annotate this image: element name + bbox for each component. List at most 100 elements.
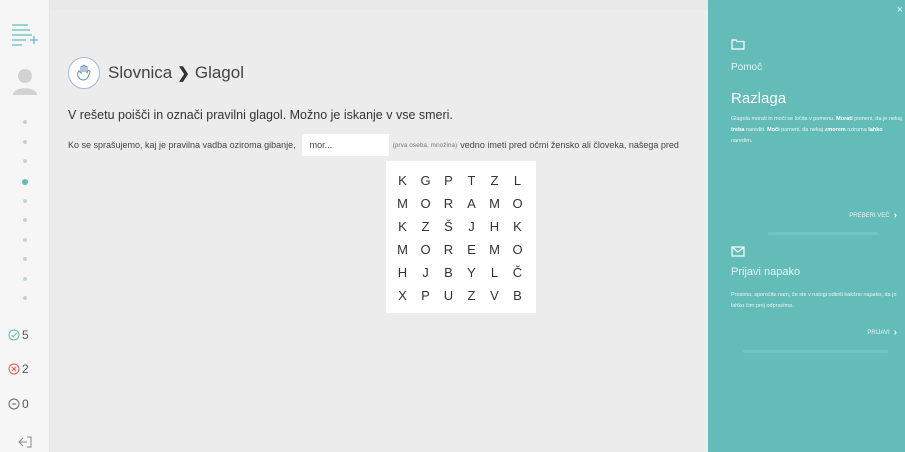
x-circle-icon <box>8 363 20 375</box>
grid-cell[interactable]: L <box>506 169 529 192</box>
grid-cell[interactable]: O <box>414 238 437 261</box>
hand-wave-icon <box>68 57 100 89</box>
explanation-fragment: pomeni, da je nekaj <box>852 116 902 122</box>
grid-cell[interactable]: B <box>437 261 460 284</box>
question-dot[interactable] <box>23 218 27 222</box>
question-progress <box>22 120 28 316</box>
question-dot[interactable] <box>23 276 27 281</box>
grid-cell[interactable]: L <box>483 261 506 284</box>
exercise-area: Slovnica ❯ Glagol V rešetu poišči in ozn… <box>50 10 710 452</box>
breadcrumb: Slovnica ❯ Glagol <box>68 57 244 89</box>
exercise-sentence: Ko se sprašujemo, kaj je pravilna vadba … <box>68 134 710 156</box>
explanation-title: Razlaga <box>731 90 787 107</box>
grid-cell[interactable]: Š <box>437 215 460 238</box>
grid-cell[interactable]: Y <box>460 261 483 284</box>
grid-cell[interactable]: H <box>483 215 506 238</box>
grid-cell[interactable]: K <box>506 215 529 238</box>
grid-cell[interactable]: M <box>483 238 506 261</box>
grid-cell[interactable]: B <box>506 284 529 307</box>
check-circle-icon <box>8 329 20 341</box>
explanation-fragment: naredim. <box>731 138 753 144</box>
grid-cell[interactable]: U <box>437 284 460 307</box>
report-button-label: PRIJAVI <box>867 329 890 336</box>
report-error-text: Prosimo, sporočite nam, če ste v nalogi … <box>731 292 897 309</box>
grid-cell[interactable]: O <box>506 238 529 261</box>
grid-cell[interactable]: J <box>460 215 483 238</box>
grid-cell[interactable]: A <box>460 192 483 215</box>
breadcrumb-section[interactable]: Slovnica <box>108 63 172 83</box>
correct-count: 5 <box>8 328 29 342</box>
grid-cell[interactable]: P <box>437 169 460 192</box>
avatar-icon[interactable] <box>13 68 37 96</box>
explanation-fragment: pomeni, da nekaj <box>779 127 825 133</box>
sentence-after: vedno imeti pred očmi žensko ali človeka… <box>460 140 679 150</box>
explanation-keyword: Morati <box>836 116 853 122</box>
explanation-keyword: zmorem <box>824 127 846 133</box>
grid-cell[interactable]: E <box>460 238 483 261</box>
question-dot[interactable] <box>23 237 27 242</box>
question-dot[interactable] <box>23 159 27 163</box>
grid-cell[interactable]: X <box>391 284 414 307</box>
divider <box>768 232 878 235</box>
grid-cell[interactable]: M <box>391 238 414 261</box>
grid-cell[interactable]: R <box>437 238 460 261</box>
grid-cell[interactable]: R <box>437 192 460 215</box>
task-instruction: V rešetu poišči in označi pravilni glago… <box>68 108 453 122</box>
skipped-count-value: 0 <box>22 397 29 411</box>
report-error-title: Prijavi napako <box>731 266 801 278</box>
app-window: 5 2 0 Slovnica ❯ Glagol V rešetu poišči … <box>0 0 905 452</box>
help-heading: Pomoč <box>731 62 763 73</box>
explanation-fragment: narediti. <box>744 127 768 133</box>
divider <box>743 350 888 353</box>
chevron-right-icon: ❯ <box>177 65 190 82</box>
grid-cell[interactable]: K <box>391 215 414 238</box>
close-icon[interactable]: × <box>897 4 903 16</box>
grid-cell[interactable]: Z <box>483 169 506 192</box>
grid-cell[interactable]: Z <box>460 284 483 307</box>
report-button[interactable]: PRIJAVI › <box>867 327 897 338</box>
explanation-keyword: treba <box>731 127 745 133</box>
skipped-count: 0 <box>8 397 29 411</box>
explanation-fragment: Glagola morati in moči se ločita v pomen… <box>731 116 837 122</box>
explanation-fragment: oziroma <box>845 127 869 133</box>
wrong-count-value: 2 <box>22 362 29 376</box>
grid-cell[interactable]: V <box>483 284 506 307</box>
explanation-keyword: lahko <box>868 127 883 133</box>
question-dot[interactable] <box>23 139 27 144</box>
grid-cell[interactable]: O <box>506 192 529 215</box>
grid-cell[interactable]: M <box>483 192 506 215</box>
help-panel: × Pomoč Razlaga Glagola morati in moči s… <box>708 0 905 452</box>
question-dot[interactable] <box>23 257 27 261</box>
explanation-keyword: Moči <box>767 127 780 133</box>
grid-cell[interactable]: M <box>391 192 414 215</box>
grid-cell[interactable]: T <box>460 169 483 192</box>
folder-icon <box>731 39 745 50</box>
explanation-text: Glagola morati in moči se ločita v pomen… <box>731 114 903 147</box>
question-dot-current[interactable] <box>22 178 28 185</box>
wrong-count: 2 <box>8 362 29 376</box>
chevron-right-icon: › <box>893 327 897 338</box>
grid-cell[interactable]: O <box>414 192 437 215</box>
read-more-link[interactable]: PREBERI VEČ › <box>849 210 897 221</box>
answer-hint: (prva oseba, množina) <box>392 141 458 149</box>
grid-cell[interactable]: Č <box>506 261 529 284</box>
grid-cell[interactable]: H <box>391 261 414 284</box>
grid-cell[interactable]: Z <box>414 215 437 238</box>
question-dot[interactable] <box>23 296 27 300</box>
sidebar: 5 2 0 <box>0 0 50 452</box>
chevron-right-icon: › <box>893 210 897 221</box>
minus-circle-icon <box>8 398 20 410</box>
mail-icon <box>731 246 745 257</box>
breadcrumb-page: Glagol <box>194 63 244 82</box>
word-search-grid: KGPTZLMORAMOKZŠJHKMOREMOHJBYLČXPUZVB <box>386 161 536 313</box>
logout-icon[interactable] <box>18 436 32 448</box>
answer-input[interactable] <box>301 134 389 156</box>
sentence-before: Ko se sprašujemo, kaj je pravilna vadba … <box>68 140 296 150</box>
question-dot[interactable] <box>23 198 27 203</box>
question-dot[interactable] <box>23 120 27 124</box>
grid-cell[interactable]: P <box>414 284 437 307</box>
grid-cell[interactable]: G <box>414 169 437 192</box>
grid-cell[interactable]: J <box>414 261 437 284</box>
exercise-list-icon[interactable] <box>10 22 40 46</box>
grid-cell[interactable]: K <box>391 169 414 192</box>
